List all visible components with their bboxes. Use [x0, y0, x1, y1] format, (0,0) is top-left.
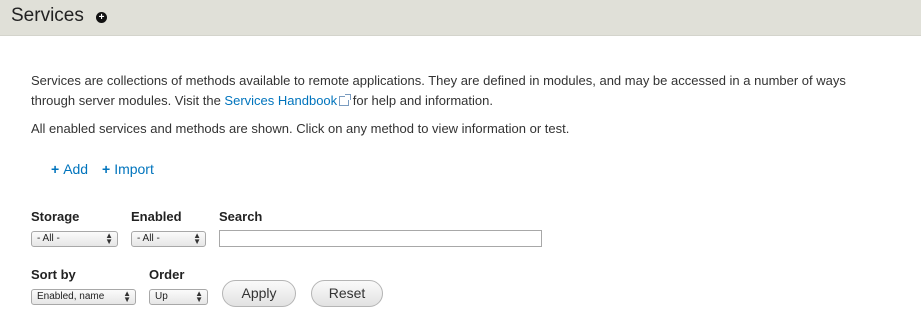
import-link[interactable]: + Import — [102, 161, 154, 177]
intro-line-2-before: through server modules. Visit the — [31, 93, 225, 108]
intro-text: Services are collections of methods avai… — [31, 71, 891, 111]
page-title: Services — [11, 5, 84, 26]
enabled-select-value: - All - — [137, 233, 160, 244]
plus-circle-icon[interactable]: + — [96, 12, 107, 23]
order-label: Order — [149, 267, 185, 282]
services-handbook-link-text: Services Handbook — [224, 93, 338, 108]
order-select-value: Up — [155, 291, 168, 302]
select-arrows-icon: ▲ ▼ — [105, 231, 113, 246]
intro-line-3: All enabled services and methods are sho… — [31, 121, 570, 136]
add-link[interactable]: + Add — [51, 161, 88, 177]
action-links: + Add + Import — [51, 161, 164, 177]
apply-button[interactable]: Apply — [222, 280, 296, 307]
sort-by-select[interactable]: Enabled, name ▲ ▼ — [31, 289, 136, 305]
select-arrows-icon: ▲ ▼ — [195, 289, 203, 304]
intro-line-1: Services are collections of methods avai… — [31, 73, 846, 88]
search-input[interactable] — [219, 230, 542, 247]
plus-icon: + — [102, 161, 111, 177]
plus-icon: + — [51, 161, 60, 177]
page-header: Services + — [0, 0, 921, 36]
storage-select[interactable]: - All - ▲ ▼ — [31, 231, 118, 247]
storage-select-value: - All - — [37, 233, 60, 244]
add-link-label: Add — [63, 161, 89, 177]
search-label: Search — [219, 209, 263, 224]
order-select[interactable]: Up ▲ ▼ — [149, 289, 208, 305]
sort-by-label: Sort by — [31, 267, 76, 282]
enabled-select[interactable]: - All - ▲ ▼ — [131, 231, 206, 247]
import-link-label: Import — [114, 161, 154, 177]
storage-label: Storage — [31, 209, 80, 224]
services-handbook-link[interactable]: Services Handbook — [224, 93, 352, 108]
select-arrows-icon: ▲ ▼ — [193, 231, 201, 246]
intro-line-2-after: for help and information. — [349, 93, 493, 108]
select-arrows-icon: ▲ ▼ — [123, 289, 131, 304]
reset-button[interactable]: Reset — [311, 280, 383, 307]
enabled-label: Enabled — [131, 209, 182, 224]
sort-by-select-value: Enabled, name — [37, 291, 105, 302]
external-link-icon — [339, 94, 352, 106]
